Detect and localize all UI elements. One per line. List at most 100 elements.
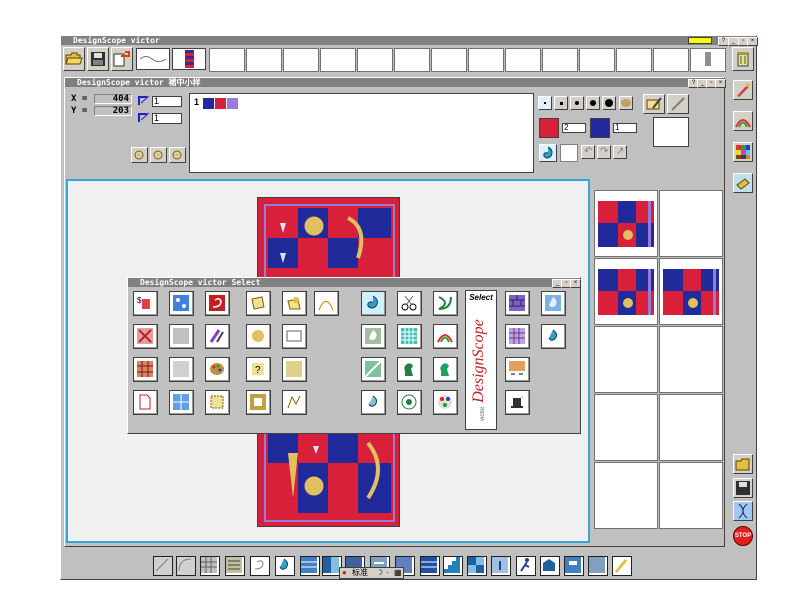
bottom-tool-2[interactable]: [176, 556, 196, 576]
thumbnail-4[interactable]: [659, 258, 723, 325]
color-sequence-panel[interactable]: 1: [189, 93, 534, 173]
pattern-slot-13[interactable]: [579, 48, 615, 72]
palette-tool-tile-green[interactable]: [361, 357, 386, 382]
open-button[interactable]: [63, 47, 85, 71]
palette-tool-knot[interactable]: [433, 291, 458, 316]
bottom-tool-12[interactable]: [420, 556, 440, 576]
sidebar-save[interactable]: [733, 478, 753, 498]
pattern-slot-2[interactable]: [172, 48, 206, 70]
tool-button-b[interactable]: [150, 147, 167, 163]
primary-color-swatch[interactable]: [539, 118, 559, 138]
palette-tool-paisley[interactable]: [361, 291, 386, 316]
palette-tool-bricks-purple[interactable]: [505, 291, 530, 316]
palette-tool-paisley-4[interactable]: [361, 390, 386, 415]
export-button[interactable]: [111, 47, 133, 71]
palette-tool-gold[interactable]: [246, 324, 271, 349]
bottom-tool-16[interactable]: [516, 556, 536, 576]
bottom-tool-7[interactable]: [300, 556, 320, 576]
palette-tool-nodes[interactable]: [282, 390, 307, 415]
pattern-slot-1[interactable]: [136, 48, 170, 70]
sidebar-tool-rainbow[interactable]: [733, 111, 753, 131]
palette-tool-mesh[interactable]: [397, 324, 422, 349]
palette-tool-dotted[interactable]: [205, 390, 230, 415]
bottom-tool-15[interactable]: [491, 556, 511, 576]
save-button[interactable]: [87, 47, 109, 71]
sidebar-tool-layers[interactable]: [733, 173, 753, 193]
palette-tool-swirl[interactable]: [205, 291, 230, 316]
palette-tool-dollar[interactable]: $: [133, 291, 158, 316]
color-chip-1[interactable]: [203, 98, 214, 109]
bottom-tool-6[interactable]: [275, 556, 295, 576]
paint-tool-button[interactable]: [619, 96, 633, 110]
thumbnail-1[interactable]: [594, 190, 658, 257]
tool-button-c[interactable]: [169, 147, 186, 163]
trash-button[interactable]: [732, 47, 754, 71]
secondary-color-count[interactable]: 1: [613, 123, 637, 133]
tool-button-a[interactable]: [131, 147, 148, 163]
secondary-color-swatch[interactable]: [590, 118, 610, 138]
palette-tool-paisley-2[interactable]: [361, 324, 386, 349]
palette-tool-grid-red[interactable]: [133, 357, 158, 382]
pattern-slot-5[interactable]: [283, 48, 319, 72]
pattern-slot-7[interactable]: [357, 48, 393, 72]
thumbnail-7[interactable]: [594, 394, 658, 461]
h-repeat-input[interactable]: 1: [152, 96, 182, 107]
bottom-tool-1[interactable]: [153, 556, 173, 576]
select-close-button[interactable]: ×: [570, 279, 581, 288]
brush-size-1[interactable]: [538, 96, 552, 110]
palette-tool-color-wheel[interactable]: [433, 390, 458, 415]
bottom-tool-17[interactable]: [540, 556, 560, 576]
palette-tool-curve[interactable]: [314, 291, 339, 316]
thumbnail-2[interactable]: [659, 190, 723, 257]
thumbnail-8[interactable]: [659, 394, 723, 461]
arrow-button[interactable]: ↗: [613, 145, 627, 159]
color-chip-3[interactable]: [227, 98, 238, 109]
v-repeat-input[interactable]: 1: [152, 113, 182, 124]
palette-tool-gradient[interactable]: [246, 390, 271, 415]
palette-tool-arrows[interactable]: [505, 357, 530, 382]
pattern-slot-14[interactable]: [616, 48, 652, 72]
undo-button[interactable]: ↶: [581, 145, 595, 159]
palette-tool-paisley-3[interactable]: [541, 324, 566, 349]
pattern-slot-9[interactable]: [431, 48, 467, 72]
pattern-slot-8[interactable]: [394, 48, 430, 72]
palette-tool-pencils[interactable]: [205, 324, 230, 349]
palette-tool-knight[interactable]: [397, 357, 422, 382]
thumbnail-6[interactable]: [659, 326, 723, 393]
bottom-tool-18[interactable]: [564, 556, 584, 576]
primary-color-count[interactable]: 2: [562, 123, 586, 133]
white-swatch[interactable]: [560, 144, 578, 162]
pattern-slot-6[interactable]: [320, 48, 356, 72]
inner-close-button[interactable]: ×: [715, 79, 726, 88]
paisley-tool-button[interactable]: [539, 144, 557, 162]
palette-tool-new[interactable]: [133, 390, 158, 415]
palette-tool-paisley-blue[interactable]: [541, 291, 566, 316]
palette-tool-layers[interactable]: [169, 324, 194, 349]
redo-button[interactable]: ↷: [597, 145, 611, 159]
bottom-tool-3[interactable]: [200, 556, 220, 576]
palette-tool-envelope[interactable]: [282, 324, 307, 349]
thumbnail-5[interactable]: [594, 326, 658, 393]
bottom-tool-14[interactable]: [467, 556, 487, 576]
pattern-slot-11[interactable]: [505, 48, 541, 72]
bottom-tool-4[interactable]: [225, 556, 245, 576]
pattern-slot-15[interactable]: [653, 48, 689, 72]
palette-tool-palette[interactable]: [205, 357, 230, 382]
pattern-pen-button[interactable]: [643, 94, 665, 114]
palette-tool-table[interactable]: [505, 324, 530, 349]
brush-size-5[interactable]: [602, 96, 616, 110]
bottom-tool-19[interactable]: [588, 556, 608, 576]
palette-tool-fill[interactable]: [169, 291, 194, 316]
pattern-slot-10[interactable]: [468, 48, 504, 72]
thumbnail-3[interactable]: [594, 258, 658, 325]
palette-tool-beige[interactable]: [282, 357, 307, 382]
palette-tool-rainbow[interactable]: [433, 324, 458, 349]
bottom-tool-20[interactable]: [612, 556, 632, 576]
line-tool-button[interactable]: [667, 94, 689, 114]
palette-tool-scroll[interactable]: [246, 291, 271, 316]
pattern-slot-16[interactable]: [690, 48, 726, 72]
pattern-slot-12[interactable]: [542, 48, 578, 72]
palette-tool-tiles[interactable]: [169, 390, 194, 415]
brush-size-3[interactable]: [570, 96, 584, 110]
palette-tool-cross[interactable]: [133, 324, 158, 349]
